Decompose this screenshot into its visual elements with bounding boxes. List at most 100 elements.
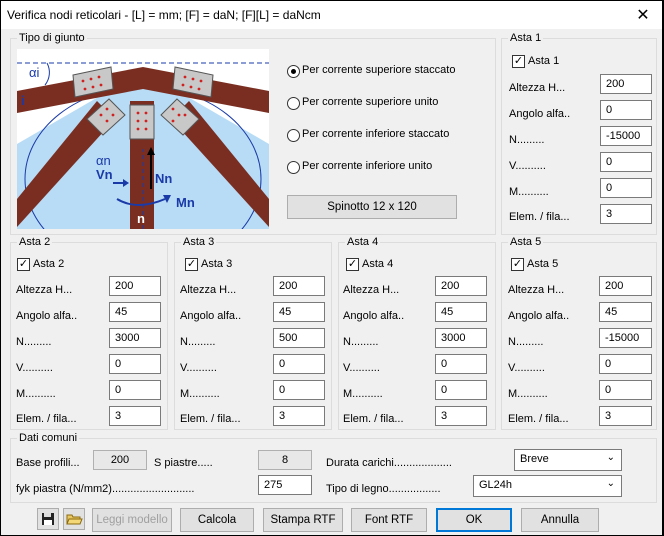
- asta-1-elem-input[interactable]: 3: [600, 204, 652, 224]
- asta-4-check-label: Asta 4: [362, 258, 394, 270]
- asta-1-n-label: N.........: [509, 134, 545, 146]
- joint-option-2-radio[interactable]: [287, 129, 300, 142]
- asta-5-m-input[interactable]: 0: [599, 380, 652, 400]
- asta-3-n-input[interactable]: 500: [273, 328, 325, 348]
- asta-5-n-input[interactable]: -15000: [599, 328, 652, 348]
- asta-2-v-label: V..........: [16, 362, 53, 374]
- asta-3-m-label: M..........: [180, 388, 220, 400]
- connector-button[interactable]: Spinotto 12 x 120: [287, 195, 457, 219]
- asta-4-m-input[interactable]: 0: [435, 380, 487, 400]
- cancel-button[interactable]: Annulla: [521, 508, 599, 532]
- asta-5-v-input[interactable]: 0: [599, 354, 652, 374]
- duration-label: Durata carichi...................: [326, 457, 452, 469]
- dialog-window: Verifica nodi reticolari - [L] = mm; [F]…: [1, 1, 662, 535]
- open-button[interactable]: [63, 508, 85, 530]
- asta-2-height-label: Altezza H...: [16, 284, 73, 296]
- asta-5-v-label: V..........: [508, 362, 545, 374]
- load-model-button[interactable]: Leggi modello: [92, 508, 172, 532]
- common-data-label: Dati comuni: [17, 432, 80, 444]
- asta-3-n-label: N.........: [180, 336, 216, 348]
- asta-2-angle-input[interactable]: 45: [109, 302, 161, 322]
- joint-option-0-label: Per corrente superiore staccato: [302, 64, 456, 76]
- asta-1-angle-input[interactable]: 0: [600, 100, 652, 120]
- asta-3-check-label: Asta 3: [201, 258, 233, 270]
- asta-4-v-label: V..........: [343, 362, 380, 374]
- asta-2-v-input[interactable]: 0: [109, 354, 161, 374]
- font-rtf-button[interactable]: Font RTF: [351, 508, 427, 532]
- ok-button[interactable]: OK: [436, 508, 512, 532]
- asta-2-elem-input[interactable]: 3: [109, 406, 161, 426]
- asta-3-checkbox[interactable]: ✓: [185, 258, 198, 271]
- asta-3-title: Asta 3: [181, 236, 217, 248]
- asta-3-height-label: Altezza H...: [180, 284, 237, 296]
- joint-option-1-label: Per corrente superiore unito: [302, 96, 439, 108]
- asta-4-height-label: Altezza H...: [343, 284, 400, 296]
- joint-diagram: [17, 49, 269, 229]
- wood-label: Tipo di legno.................: [326, 483, 441, 495]
- asta-2-checkbox[interactable]: ✓: [17, 258, 30, 271]
- asta-3-m-input[interactable]: 0: [273, 380, 325, 400]
- asta-2-height-input[interactable]: 200: [109, 276, 161, 296]
- chevron-down-icon: ⌄: [606, 452, 615, 463]
- diagram-n: n: [137, 211, 145, 226]
- asta-3-elem-label: Elem. / fila...: [180, 413, 241, 425]
- diagram-nn: Nn: [155, 171, 173, 186]
- asta-5-elem-input[interactable]: 3: [599, 406, 652, 426]
- asta-4-v-input[interactable]: 0: [435, 354, 487, 374]
- folder-icon: [66, 514, 83, 525]
- asta-3-v-label: V..........: [180, 362, 217, 374]
- window-title: Verifica nodi reticolari - [L] = mm; [F]…: [7, 8, 321, 22]
- asta-2-m-input[interactable]: 0: [109, 380, 161, 400]
- asta-4-elem-input[interactable]: 3: [435, 406, 487, 426]
- asta-2-n-label: N.........: [16, 336, 52, 348]
- asta-1-checkbox[interactable]: ✓: [512, 55, 525, 68]
- asta-1-check-label: Asta 1: [528, 55, 560, 67]
- compute-button[interactable]: Calcola: [180, 508, 254, 532]
- fyk-input[interactable]: 275: [258, 475, 312, 495]
- plate-3: [129, 104, 155, 140]
- asta-1-height-label: Altezza H...: [509, 82, 566, 94]
- asta-4-n-label: N.........: [343, 336, 379, 348]
- asta-4-title: Asta 4: [345, 236, 381, 248]
- joint-option-0-radio[interactable]: [287, 65, 300, 78]
- asta-3-angle-input[interactable]: 45: [273, 302, 325, 322]
- asta-5-height-input[interactable]: 200: [599, 276, 652, 296]
- plates-label: S piastre.....: [154, 457, 213, 469]
- asta-3-elem-input[interactable]: 3: [273, 406, 325, 426]
- asta-4-elem-label: Elem. / fila...: [343, 413, 404, 425]
- diagram-alpha-i: αi: [29, 65, 40, 80]
- asta-1-title: Asta 1: [508, 32, 544, 44]
- asta-4-n-input[interactable]: 3000: [435, 328, 487, 348]
- asta-1-v-input[interactable]: 0: [600, 152, 652, 172]
- asta-1-elem-label: Elem. / fila...: [509, 211, 570, 223]
- asta-4-height-input[interactable]: 200: [435, 276, 487, 296]
- asta-5-checkbox[interactable]: ✓: [511, 258, 524, 271]
- asta-5-height-label: Altezza H...: [508, 284, 565, 296]
- asta-4-angle-input[interactable]: 45: [435, 302, 487, 322]
- asta-3-height-input[interactable]: 200: [273, 276, 325, 296]
- duration-select[interactable]: Breve ⌄: [514, 449, 622, 471]
- asta-1-n-input[interactable]: -15000: [600, 126, 652, 146]
- wood-value: GL24h: [479, 479, 513, 491]
- close-icon[interactable]: ✕: [634, 5, 652, 25]
- asta-2-n-input[interactable]: 3000: [109, 328, 161, 348]
- plates-input: 8: [258, 450, 312, 470]
- asta-1-m-label: M..........: [509, 186, 549, 198]
- joint-option-1-radio[interactable]: [287, 97, 300, 110]
- diagram-mn: Mn: [176, 195, 195, 210]
- asta-1-m-input[interactable]: 0: [600, 178, 652, 198]
- asta-4-m-label: M..........: [343, 388, 383, 400]
- asta-5-angle-input[interactable]: 45: [599, 302, 652, 322]
- asta-5-m-label: M..........: [508, 388, 548, 400]
- joint-option-3-radio[interactable]: [287, 161, 300, 174]
- asta-3-v-input[interactable]: 0: [273, 354, 325, 374]
- print-rtf-button[interactable]: Stampa RTF: [263, 508, 343, 532]
- save-button[interactable]: [37, 508, 59, 530]
- asta-4-angle-label: Angolo alfa..: [343, 310, 405, 322]
- asta-5-elem-label: Elem. / fila...: [508, 413, 569, 425]
- asta-2-elem-label: Elem. / fila...: [16, 413, 77, 425]
- wood-select[interactable]: GL24h ⌄: [473, 475, 622, 497]
- asta-1-height-input[interactable]: 200: [600, 74, 652, 94]
- asta-2-title: Asta 2: [17, 236, 53, 248]
- asta-4-checkbox[interactable]: ✓: [346, 258, 359, 271]
